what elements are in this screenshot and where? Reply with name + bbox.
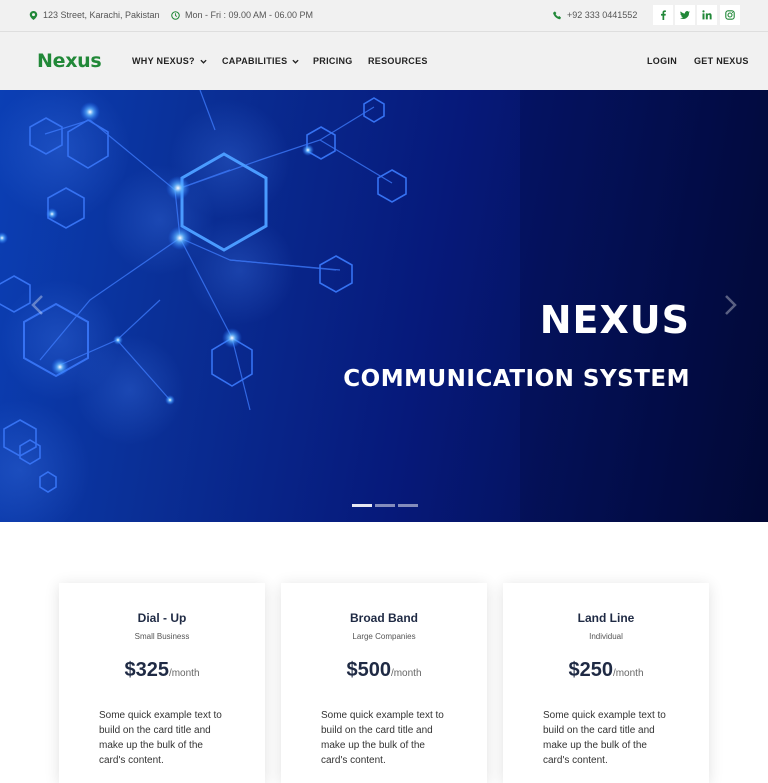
nav-get-nexus[interactable]: GET NEXUS: [694, 56, 749, 66]
facebook-icon: [661, 10, 666, 20]
nav-why-nexus-label: WHY NEXUS?: [132, 56, 195, 66]
hero-carousel: NEXUS COMMUNICATION SYSTEM: [0, 90, 768, 522]
nav-capabilities-label: CAPABILITIES: [222, 56, 288, 66]
price-period: /month: [168, 668, 200, 679]
instagram-link[interactable]: [720, 5, 740, 25]
carousel-indicator[interactable]: [398, 504, 418, 507]
price-amount: $500: [346, 659, 391, 681]
price-period: /month: [612, 668, 644, 679]
nav-why-nexus[interactable]: WHY NEXUS?: [132, 56, 207, 66]
brand-logo[interactable]: Nexus: [37, 50, 102, 72]
price-amount: $250: [568, 659, 613, 681]
carousel-indicator[interactable]: [352, 504, 372, 507]
carousel-indicators: [352, 504, 418, 507]
hero-subtitle: COMMUNICATION SYSTEM: [343, 366, 690, 392]
address-text: 123 Street, Karachi, Pakistan: [43, 10, 160, 20]
card-title: Broad Band: [349, 611, 418, 625]
card-title: Land Line: [577, 611, 635, 625]
nav-pricing[interactable]: PRICING: [313, 56, 353, 66]
nav-resources-label: RESOURCES: [368, 56, 428, 66]
card-text: Some quick example text to build on the …: [543, 710, 666, 766]
pricing-card-land-line: Land Line Individual $250/month Some qui…: [503, 583, 709, 783]
map-marker-icon: [29, 10, 38, 20]
hero-title: NEXUS: [539, 298, 690, 342]
instagram-icon: [725, 10, 735, 20]
phone-text: +92 333 0441552: [567, 10, 638, 20]
card-text: Some quick example text to build on the …: [321, 710, 444, 766]
pricing-card-dial-up: Dial - Up Small Business $325/month Some…: [59, 583, 265, 783]
twitter-icon: [680, 11, 690, 19]
card-text: Some quick example text to build on the …: [99, 710, 222, 766]
nav-get-nexus-label: GET NEXUS: [694, 56, 749, 66]
carousel-indicator[interactable]: [375, 504, 395, 507]
hours-info: Mon - Fri : 09.00 AM - 06.00 PM: [171, 10, 313, 20]
clock-icon: [171, 10, 180, 20]
phone-info[interactable]: +92 333 0441552: [553, 10, 637, 20]
price-amount: $325: [124, 659, 169, 681]
chevron-down-icon: [292, 59, 300, 64]
card-subtitle: Small Business: [134, 632, 190, 641]
linkedin-link[interactable]: [697, 5, 717, 25]
card-price: $500/month: [281, 659, 487, 682]
main-navbar: Nexus WHY NEXUS? CAPABILITIES PRICING RE…: [0, 32, 768, 90]
card-subtitle: Individual: [589, 632, 623, 641]
facebook-link[interactable]: [653, 5, 673, 25]
price-period: /month: [390, 668, 422, 679]
linkedin-icon: [702, 10, 712, 20]
phone-icon: [553, 10, 561, 19]
nav-login[interactable]: LOGIN: [647, 56, 677, 66]
twitter-link[interactable]: [675, 5, 695, 25]
top-info-bar: 123 Street, Karachi, Pakistan Mon - Fri …: [0, 0, 768, 32]
nav-capabilities[interactable]: CAPABILITIES: [222, 56, 300, 66]
carousel-next-arrow-icon[interactable]: [724, 294, 738, 316]
address-info: 123 Street, Karachi, Pakistan: [29, 10, 160, 20]
hours-text: Mon - Fri : 09.00 AM - 06.00 PM: [185, 10, 314, 20]
card-price: $325/month: [59, 659, 265, 682]
nav-pricing-label: PRICING: [313, 56, 353, 66]
nav-login-label: LOGIN: [647, 56, 677, 66]
card-subtitle: Large Companies: [352, 632, 416, 641]
pricing-card-broad-band: Broad Band Large Companies $500/month So…: [281, 583, 487, 783]
carousel-prev-arrow-icon[interactable]: [30, 294, 44, 316]
card-title: Dial - Up: [137, 611, 187, 625]
card-price: $250/month: [503, 659, 709, 682]
nav-resources[interactable]: RESOURCES: [368, 56, 428, 66]
chevron-down-icon: [200, 59, 207, 64]
